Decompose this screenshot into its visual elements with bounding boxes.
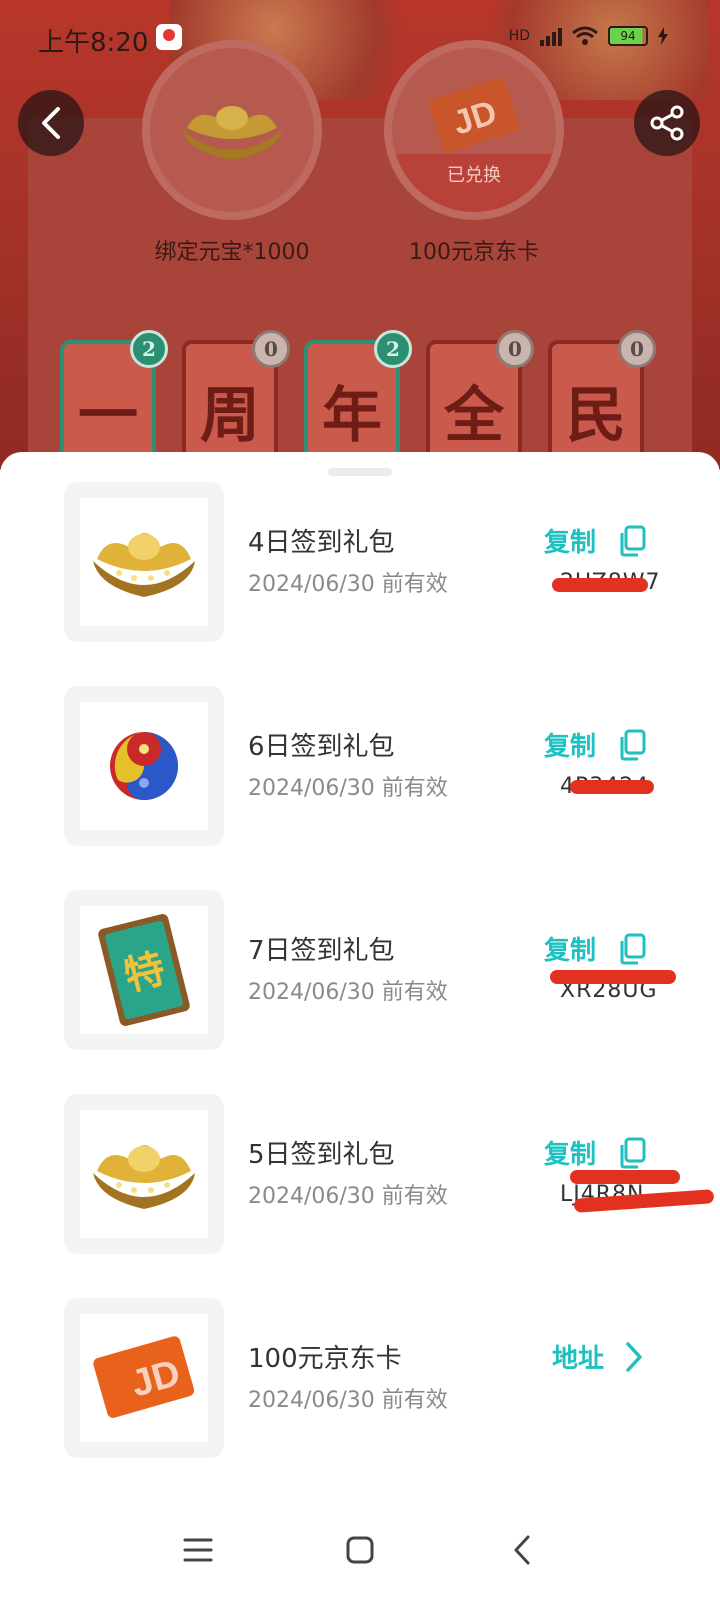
- reward-label: 绑定元宝*1000: [154, 240, 310, 265]
- back-button[interactable]: [18, 90, 84, 156]
- status-time: 上午8:20: [38, 28, 149, 58]
- charging-icon: [658, 27, 668, 45]
- jd-card-icon: JD: [428, 77, 520, 153]
- copy-label: 复制: [544, 1140, 597, 1170]
- character-card[interactable]: 民 0: [548, 330, 656, 470]
- gift-expiry: 2024/06/30 前有效: [248, 1184, 448, 1209]
- list-item: 4日签到礼包 2024/06/30 前有效 复制 2UZ8W7: [0, 482, 720, 642]
- character-count-badge: 0: [618, 330, 656, 368]
- gift-expiry: 2024/06/30 前有效: [248, 572, 448, 597]
- redaction-mark: [570, 1170, 680, 1184]
- home-square-icon: [346, 1536, 374, 1564]
- character-text: 周: [200, 380, 260, 451]
- copy-icon: [620, 933, 646, 964]
- gift-title: 4日签到礼包: [248, 528, 395, 558]
- special-card-icon: 特: [98, 914, 190, 1026]
- gift-title: 6日签到礼包: [248, 732, 395, 762]
- character-count-badge: 2: [130, 330, 168, 368]
- signal-icon: [540, 26, 562, 46]
- gift-thumbnail: 特: [64, 890, 224, 1050]
- share-icon: [650, 105, 684, 141]
- character-count-badge: 2: [374, 330, 412, 368]
- notification-app-icon: [156, 24, 182, 50]
- home-button[interactable]: [340, 1530, 380, 1570]
- gold-ingot-icon: [182, 106, 282, 160]
- gift-thumbnail: [64, 686, 224, 846]
- menu-icon: [183, 1538, 213, 1562]
- gift-thumbnail: [64, 1094, 224, 1254]
- gift-title: 100元京东卡: [248, 1344, 402, 1374]
- character-text: 一: [78, 380, 138, 451]
- copy-icon: [620, 525, 646, 556]
- list-item: 5日签到礼包 2024/06/30 前有效 复制 LJ4R8N: [0, 1094, 720, 1254]
- copy-button[interactable]: 复制: [544, 1134, 646, 1171]
- gift-expiry: 2024/06/30 前有效: [248, 980, 448, 1005]
- address-label: 地址: [552, 1344, 605, 1374]
- list-item: JD 100元京东卡 2024/06/30 前有效 地址: [0, 1298, 720, 1458]
- sheet-drag-handle[interactable]: [328, 468, 392, 476]
- network-type: HD: [508, 28, 530, 44]
- copy-label: 复制: [544, 936, 597, 966]
- gift-expiry: 2024/06/30 前有效: [248, 776, 448, 801]
- system-navigation-bar: [0, 1500, 720, 1600]
- jd-card-icon: JD: [93, 1336, 195, 1418]
- character-card[interactable]: 年 2: [304, 330, 412, 470]
- list-item: 6日签到礼包 2024/06/30 前有效 复制 4P3424: [0, 686, 720, 846]
- character-card[interactable]: 周 0: [182, 330, 290, 470]
- system-back-button[interactable]: [502, 1530, 542, 1570]
- character-card[interactable]: 全 0: [426, 330, 534, 470]
- character-text: 全: [444, 380, 504, 451]
- chevron-left-icon: [42, 107, 60, 139]
- redaction-mark: [552, 578, 648, 592]
- status-indicators: HD 94: [509, 26, 668, 46]
- wifi-icon: [572, 26, 598, 45]
- copy-label: 复制: [544, 732, 597, 762]
- character-count-badge: 0: [252, 330, 290, 368]
- address-button[interactable]: 地址: [552, 1338, 644, 1375]
- redeemed-badge: 已兑换: [392, 154, 556, 212]
- gift-bag-sheet: 4日签到礼包 2024/06/30 前有效 复制 2UZ8W7: [0, 452, 720, 1600]
- gift-expiry: 2024/06/30 前有效: [248, 1388, 448, 1413]
- share-button[interactable]: [634, 90, 700, 156]
- gold-ingot-icon: [93, 533, 195, 597]
- chevron-right-icon: [626, 1341, 642, 1372]
- copy-icon: [620, 729, 646, 760]
- character-text: 年: [322, 380, 382, 451]
- status-bar: 上午8:20 HD 94: [0, 0, 720, 78]
- copy-button[interactable]: 复制: [544, 522, 646, 559]
- recent-apps-button[interactable]: [178, 1530, 218, 1570]
- copy-icon: [620, 1137, 646, 1168]
- copy-label: 复制: [544, 528, 597, 558]
- list-item: 特 7日签到礼包 2024/06/30 前有效 复制 XR28UG: [0, 890, 720, 1050]
- redaction-mark: [570, 780, 654, 794]
- gift-title: 5日签到礼包: [248, 1140, 395, 1170]
- battery-icon: 94: [608, 26, 648, 46]
- character-card[interactable]: 一 2: [60, 330, 168, 470]
- copy-button[interactable]: 复制: [544, 930, 646, 967]
- chevron-left-icon: [514, 1535, 530, 1565]
- character-collection: 一 2 周 0 年 2 全 0 民 0: [60, 330, 660, 470]
- gift-thumbnail: [64, 482, 224, 642]
- reward-label: 100元京东卡: [409, 240, 539, 265]
- gift-title: 7日签到礼包: [248, 936, 395, 966]
- redaction-mark: [550, 970, 676, 984]
- character-count-badge: 0: [496, 330, 534, 368]
- character-text: 民: [566, 380, 626, 451]
- gold-ingot-icon: [93, 1145, 195, 1209]
- copy-button[interactable]: 复制: [544, 726, 646, 763]
- taiji-orb-icon: [110, 732, 178, 800]
- gift-thumbnail: JD: [64, 1298, 224, 1458]
